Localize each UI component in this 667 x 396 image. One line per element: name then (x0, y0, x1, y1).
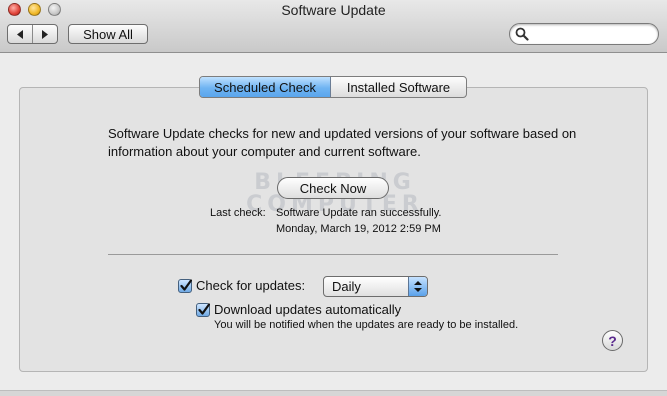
window-title: Software Update (281, 2, 386, 18)
window-bottom-edge (0, 390, 667, 396)
search-icon (515, 27, 529, 41)
help-icon: ? (608, 332, 617, 349)
help-button[interactable]: ? (602, 330, 623, 351)
back-forward-control (7, 24, 58, 44)
divider (108, 254, 558, 255)
tab-scheduled-check[interactable]: Scheduled Check (200, 77, 331, 97)
tab-bar: Scheduled Check Installed Software (199, 76, 467, 98)
tab-installed-software[interactable]: Installed Software (331, 77, 466, 97)
last-check-date: Monday, March 19, 2012 2:59 PM (276, 223, 441, 235)
checkmark-icon (180, 279, 192, 291)
description-text: Software Update checks for new and updat… (108, 126, 577, 159)
check-for-updates-label[interactable]: Check for updates: (196, 278, 305, 293)
last-check-status: Software Update ran successfully. (276, 207, 442, 219)
last-check-label: Last check: (210, 207, 266, 219)
back-button[interactable] (8, 25, 33, 43)
popup-arrows-icon (408, 277, 427, 296)
back-arrow-icon (17, 29, 23, 39)
notification-note: You will be notified when the updates ar… (214, 319, 519, 331)
title-bar: Software Update Show All (0, 0, 667, 53)
check-for-updates-checkbox[interactable] (178, 279, 192, 293)
check-now-button[interactable]: Check Now (277, 177, 389, 199)
search-field[interactable] (509, 23, 659, 45)
frequency-value: Daily (332, 279, 361, 294)
download-automatically-label[interactable]: Download updates automatically (214, 302, 401, 317)
forward-arrow-icon (42, 29, 48, 39)
show-all-button[interactable]: Show All (68, 24, 148, 44)
checkmark-icon (198, 303, 210, 315)
forward-button[interactable] (33, 25, 57, 43)
search-input[interactable] (532, 26, 656, 44)
frequency-popup[interactable]: Daily (323, 276, 428, 297)
download-automatically-checkbox[interactable] (196, 303, 210, 317)
